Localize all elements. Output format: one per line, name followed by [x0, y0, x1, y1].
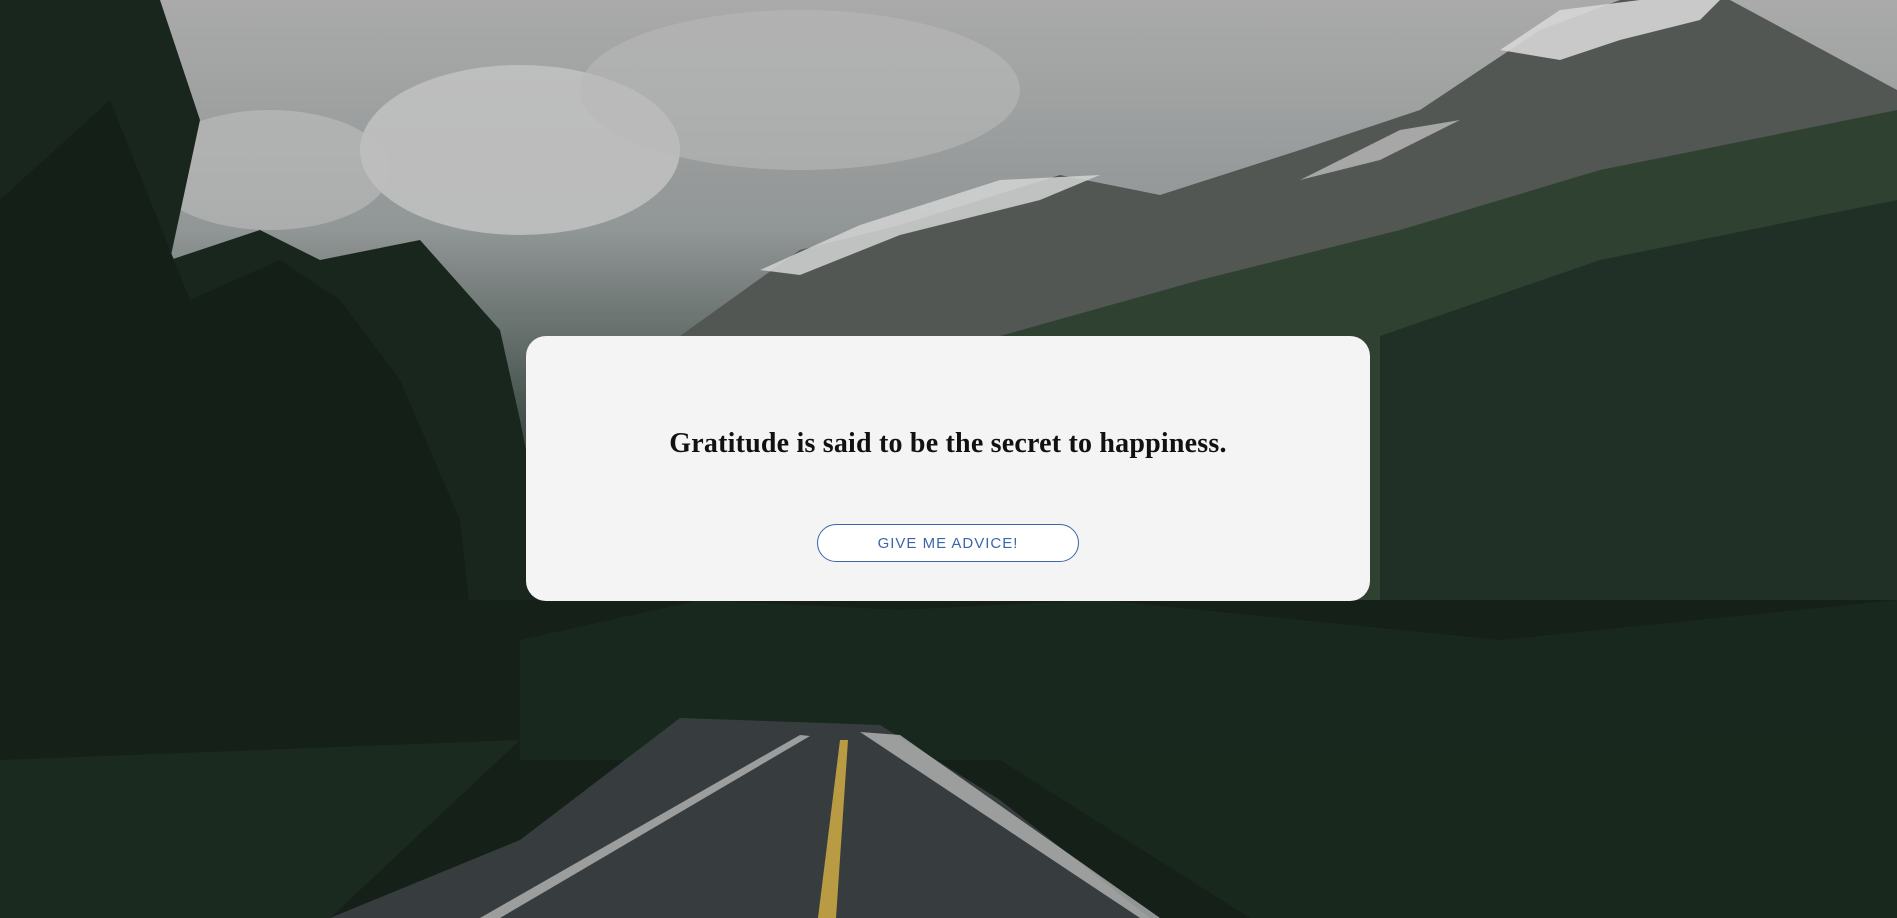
advice-quote: Gratitude is said to be the secret to ha… [669, 428, 1227, 459]
background-scene: Gratitude is said to be the secret to ha… [0, 0, 1897, 918]
give-advice-button[interactable]: GIVE ME ADVICE! [817, 524, 1079, 562]
advice-card: Gratitude is said to be the secret to ha… [526, 336, 1370, 601]
